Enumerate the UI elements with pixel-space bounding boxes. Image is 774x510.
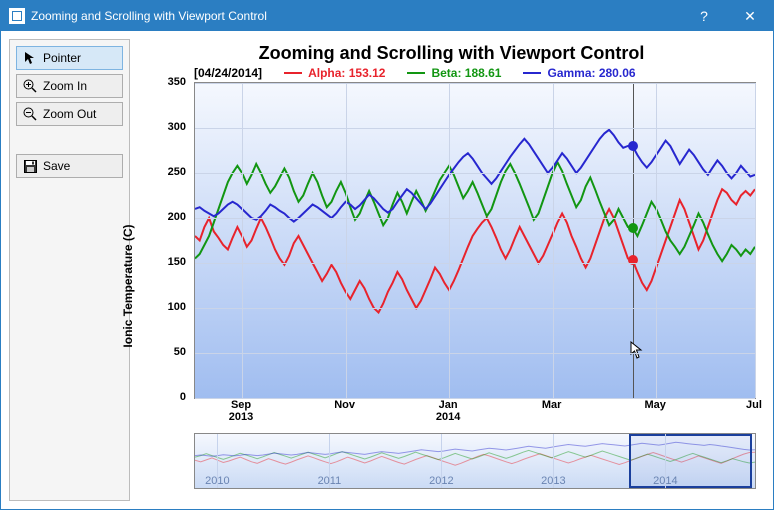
legend: [04/24/2014] Alpha: 153.12 Beta: 188.61 … [194,66,765,80]
marker-beta [628,223,638,233]
client-area: Pointer Zoom In Zoom Out Save [1,31,773,509]
x-tick: Jul [746,399,762,411]
y-tick: 250 [168,166,186,178]
marker-gamma [628,141,638,151]
grid-line [195,263,755,264]
y-tick: 300 [168,121,186,133]
pointer-button[interactable]: Pointer [16,46,123,70]
app-icon [9,8,25,24]
viewport-year-label: 2010 [205,475,229,487]
viewport-control[interactable]: 2010 2011 2012 2013 2014 [194,433,756,489]
y-axis-label: Ionic Temperature (C) [121,224,135,347]
zoom-in-label: Zoom In [43,79,87,93]
y-tick: 100 [168,301,186,313]
y-ticks: 050100150200250300350 [138,82,190,397]
legend-text-beta: Beta: 188.61 [431,66,501,80]
x-tick: Nov [334,399,355,411]
plot-zone: Ionic Temperature (C) 050100150200250300… [138,82,765,489]
tracker-line [633,83,634,398]
x-tick: Sep 2013 [229,399,253,423]
save-icon [23,159,37,173]
x-tick: Jan 2014 [436,399,460,423]
legend-text-alpha: Alpha: 153.12 [308,66,385,80]
app-window: Zooming and Scrolling with Viewport Cont… [0,0,774,510]
viewport-year-label: 2014 [653,475,677,487]
zoom-out-label: Zoom Out [43,107,96,121]
y-tick: 350 [168,76,186,88]
x-tick: May [644,399,665,411]
help-button[interactable]: ? [681,1,727,31]
viewport-year-label: 2012 [429,475,453,487]
legend-swatch-alpha [284,72,302,74]
window-title: Zooming and Scrolling with Viewport Cont… [31,9,267,23]
toolbox: Pointer Zoom In Zoom Out Save [9,39,130,501]
pointer-icon [23,51,37,65]
grid-line [242,83,243,398]
legend-text-gamma: Gamma: 280.06 [547,66,635,80]
x-ticks: Sep 2013 Nov Jan 2014 Mar May Jul [194,399,765,429]
grid-line [755,83,756,398]
zoom-out-icon [23,107,37,121]
save-label: Save [43,159,70,173]
zoom-out-button[interactable]: Zoom Out [16,102,123,126]
legend-swatch-gamma [523,72,541,74]
viewport-year-label: 2011 [318,475,342,487]
close-button[interactable]: ✕ [727,1,773,31]
x-tick: Mar [542,399,562,411]
y-tick: 150 [168,256,186,268]
grid-line [195,218,755,219]
y-tick: 200 [168,211,186,223]
legend-item-gamma: Gamma: 280.06 [523,66,635,80]
grid-line [195,128,755,129]
chart-lines [195,83,755,398]
grid-line [195,353,755,354]
y-tick: 50 [174,346,186,358]
grid-line [449,83,450,398]
grid-line [195,308,755,309]
zoom-in-icon [23,79,37,93]
grid-line [195,173,755,174]
tracker-date: [04/24/2014] [194,66,262,80]
grid-line [553,83,554,398]
legend-item-beta: Beta: 188.61 [407,66,501,80]
pointer-label: Pointer [43,51,81,65]
grid-line [656,83,657,398]
save-button[interactable]: Save [16,154,123,178]
grid-line [346,83,347,398]
titlebar[interactable]: Zooming and Scrolling with Viewport Cont… [1,1,773,31]
zoom-in-button[interactable]: Zoom In [16,74,123,98]
chart-title: Zooming and Scrolling with Viewport Cont… [138,43,765,64]
viewport-year-label: 2013 [541,475,565,487]
y-tick: 0 [180,391,186,403]
grid-line [195,83,755,84]
legend-swatch-beta [407,72,425,74]
chart-panel: Zooming and Scrolling with Viewport Cont… [138,39,765,501]
viewport-selection[interactable] [629,434,752,488]
legend-item-alpha: Alpha: 153.12 [284,66,385,80]
plot[interactable] [194,82,765,399]
